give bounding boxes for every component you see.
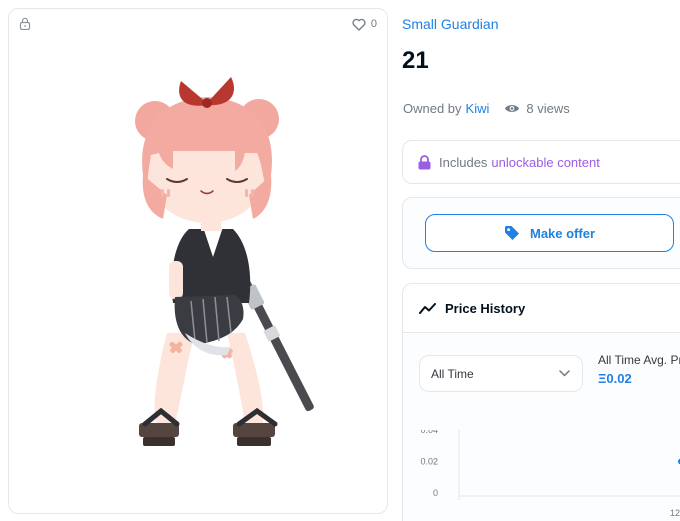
eye-icon [505, 105, 520, 112]
collection-link[interactable]: Small Guardian [402, 16, 499, 32]
offer-panel: Make offer [402, 197, 680, 269]
tag-icon [504, 226, 519, 240]
character-artwork [135, 77, 314, 446]
make-offer-label: Make offer [529, 225, 596, 241]
trend-line-icon [419, 302, 436, 314]
y-tick-label: 0.04 [420, 430, 438, 435]
lock-icon [19, 17, 31, 30]
unlockable-prefix: Includes [439, 154, 488, 170]
avg-price-label: All Time Avg. Pr [598, 353, 680, 367]
time-period-value: All Time [431, 366, 474, 381]
asset-image-card: 0 [8, 8, 388, 514]
avg-price-value: Ξ0.02 [598, 371, 632, 386]
owner-link[interactable]: Kiwi [466, 101, 490, 116]
time-period-select[interactable]: All Time [419, 355, 583, 392]
price-history-body: All Time All Time Avg. Pr Ξ0.02 0.04 0.02… [403, 334, 680, 521]
unlockable-content-banner: Includes unlockable content [402, 140, 680, 184]
price-history-chart: 0.04 0.02 0 12 [420, 430, 680, 518]
make-offer-button[interactable]: Make offer [425, 214, 674, 252]
lock-icon [418, 154, 431, 169]
view-count: 8 views [526, 101, 570, 116]
asset-card-header: 0 [9, 9, 387, 39]
chevron-down-icon [559, 370, 570, 377]
unlockable-content-link[interactable]: unlockable content [491, 155, 599, 170]
y-tick-label: 0.02 [420, 457, 438, 467]
favorite-count: 0 [370, 18, 377, 30]
price-history-title: Price History [445, 300, 526, 316]
heart-icon [352, 18, 366, 31]
y-tick-label: 0 [433, 488, 438, 498]
owner-row: Owned by Kiwi 8 views [403, 101, 570, 116]
price-history-panel: Price History All Time All Time Avg. Pr … [402, 283, 680, 521]
favorite-button[interactable]: 0 [352, 15, 377, 33]
item-name: 21 [402, 47, 429, 74]
x-tick-label: 12 [670, 508, 680, 518]
price-history-header[interactable]: Price History [403, 284, 680, 333]
owned-by-label: Owned by [403, 101, 462, 116]
